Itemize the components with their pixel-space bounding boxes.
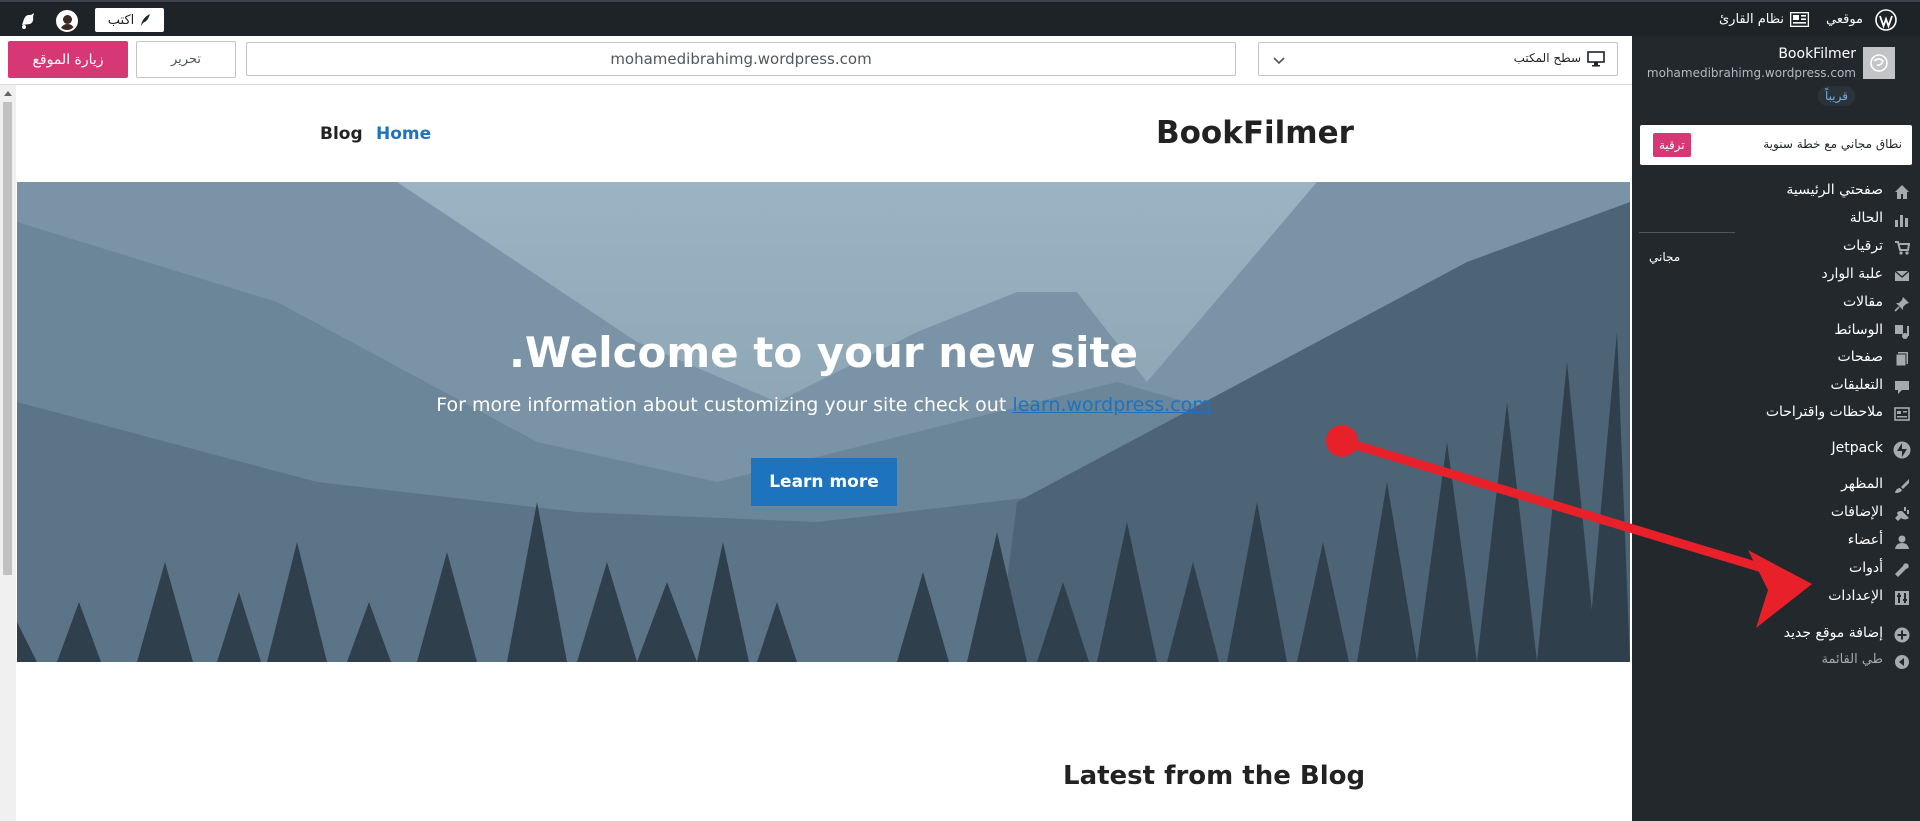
sidebar-item-users[interactable]: أعضاء: [1632, 527, 1920, 557]
hero-subtitle: For more information about customizing y…: [17, 394, 1630, 416]
sidebar-item-stats[interactable]: الحالة: [1632, 205, 1920, 235]
sidebar-item-label: الوسائط: [1834, 322, 1883, 338]
latest-blog-heading: Latest from the Blog: [1063, 761, 1366, 791]
quill-icon: [141, 14, 151, 26]
site-url[interactable]: mohamedibrahimg.wordpress.com: [1647, 66, 1856, 80]
cart-icon: [1893, 239, 1911, 257]
sidebar-item-label: الحالة: [1849, 210, 1883, 226]
tools-icon: [1893, 561, 1911, 579]
hero-banner: .Welcome to your new site For more infor…: [17, 182, 1630, 662]
sidebar: BookFilmer mohamedibrahimg.wordpress.com…: [1632, 36, 1920, 821]
sidebar-item-label: ترقيات: [1843, 238, 1883, 254]
mountain-forest-image: [17, 182, 1630, 662]
pages-icon: [1893, 350, 1911, 368]
upgrade-banner[interactable]: ترقية نطاق مجاني مع خطة سنوية: [1640, 125, 1912, 165]
preview-toolbar: زيارة الموقع تحرير mohamedibrahimg.wordp…: [0, 36, 1632, 84]
sidebar-item-feedback[interactable]: ملاحظات واقتراحات: [1632, 399, 1920, 429]
sidebar-item-label: المظهر: [1841, 476, 1883, 492]
pin-icon: [1893, 295, 1911, 313]
coming-soon-badge: قريباً: [1818, 86, 1855, 106]
sidebar-item-label: علبة الوارد: [1821, 266, 1883, 282]
admin-bar: اكتب نظام القارئ موقعي: [0, 0, 1920, 36]
sidebar-item-plugins[interactable]: الإضافات: [1632, 499, 1920, 529]
sidebar-item-label: أعضاء: [1847, 532, 1883, 548]
mail-icon: [1893, 267, 1911, 285]
sidebar-item-label: الإضافات: [1830, 504, 1883, 520]
sidebar-item-appearance[interactable]: المظهر: [1632, 471, 1920, 501]
desktop-icon: [1587, 51, 1605, 67]
notifications-icon[interactable]: [18, 11, 38, 31]
sidebar-item-mail[interactable]: علبة الوارد: [1632, 261, 1920, 291]
my-site-link[interactable]: موقعي: [1826, 12, 1863, 27]
site-preview: BookFilmer Home Blog .Welcome to your ne…: [0, 84, 1632, 821]
sidebar-item-pin[interactable]: مقالات: [1632, 289, 1920, 319]
sidebar-item-label: صفحتي الرئيسية: [1786, 182, 1883, 198]
hero-subtitle-text: For more information about customizing y…: [436, 394, 1013, 416]
sidebar-item-comments[interactable]: التعليقات: [1632, 372, 1920, 402]
upgrade-text: نطاق مجاني مع خطة سنوية: [1763, 137, 1902, 151]
edit-button[interactable]: تحرير: [136, 41, 236, 78]
site-title[interactable]: BookFilmer: [1156, 115, 1354, 151]
chevron-down-icon: [1273, 57, 1285, 65]
plugins-icon: [1893, 505, 1911, 523]
write-button[interactable]: اكتب: [95, 8, 164, 32]
visit-site-button[interactable]: زيارة الموقع: [8, 41, 128, 78]
device-select[interactable]: سطح المكتب: [1258, 42, 1618, 76]
comments-icon: [1893, 378, 1911, 396]
wordpress-logo-icon[interactable]: [1875, 9, 1897, 31]
nav-home-link[interactable]: Home: [376, 124, 431, 144]
add-site-icon: [1893, 626, 1911, 644]
reader-icon[interactable]: [1790, 12, 1809, 27]
learn-wordpress-link[interactable]: learn.wordpress.com: [1012, 394, 1210, 416]
jetpack-icon: [1893, 441, 1911, 459]
url-field[interactable]: mohamedibrahimg.wordpress.com: [246, 42, 1236, 76]
settings-icon: [1893, 589, 1911, 607]
screen: اكتب نظام القارئ موقعي زيارة الموقع تحري…: [0, 0, 1920, 821]
sidebar-item-label: التعليقات: [1830, 377, 1883, 393]
appearance-icon: [1893, 477, 1911, 495]
sidebar-item-cart[interactable]: ترقيات: [1632, 233, 1920, 263]
sidebar-item-label: أدوات: [1849, 560, 1883, 576]
site-icon[interactable]: [1863, 47, 1895, 79]
write-label: اكتب: [107, 12, 135, 28]
avatar[interactable]: [56, 10, 78, 32]
device-label: سطح المكتب: [1513, 51, 1581, 65]
reader-link[interactable]: نظام القارئ: [1699, 12, 1784, 27]
sidebar-item-pages[interactable]: صفحات: [1632, 344, 1920, 374]
home-icon: [1893, 183, 1911, 201]
preview-scrollbar[interactable]: [0, 85, 16, 821]
sidebar-item-jetpack[interactable]: Jetpack: [1632, 435, 1920, 465]
sidebar-item-settings[interactable]: الإعدادات: [1632, 583, 1920, 613]
collapse-icon: [1893, 653, 1911, 671]
sidebar-item-label: الإعدادات: [1828, 588, 1883, 604]
sidebar-item-media[interactable]: الوسائط: [1632, 317, 1920, 347]
sidebar-item-label: صفحات: [1837, 349, 1883, 365]
sidebar-item-add-site[interactable]: إضافة موقع جديد: [1632, 620, 1920, 650]
nav-blog-link[interactable]: Blog: [320, 124, 363, 144]
hero-title: .Welcome to your new site: [508, 328, 1139, 377]
sidebar-item-tools[interactable]: أدوات: [1632, 555, 1920, 585]
feedback-icon: [1893, 405, 1911, 423]
sidebar-item-label: إضافة موقع جديد: [1783, 625, 1883, 641]
upgrade-button[interactable]: ترقية: [1653, 133, 1691, 157]
sidebar-item-label: مقالات: [1842, 294, 1883, 310]
site-name[interactable]: BookFilmer: [1778, 46, 1856, 62]
sidebar-item-label: Jetpack: [1831, 440, 1883, 456]
users-icon: [1893, 533, 1911, 551]
stats-icon: [1893, 211, 1911, 229]
learn-more-button[interactable]: Learn more: [751, 458, 897, 506]
sidebar-item-label: طي القائمة: [1821, 652, 1883, 667]
sidebar-item-home[interactable]: صفحتي الرئيسية: [1632, 177, 1920, 207]
media-icon: [1893, 323, 1911, 341]
sidebar-item-label: ملاحظات واقتراحات: [1765, 404, 1883, 420]
sidebar-item-collapse[interactable]: طي القائمة: [1632, 647, 1920, 677]
